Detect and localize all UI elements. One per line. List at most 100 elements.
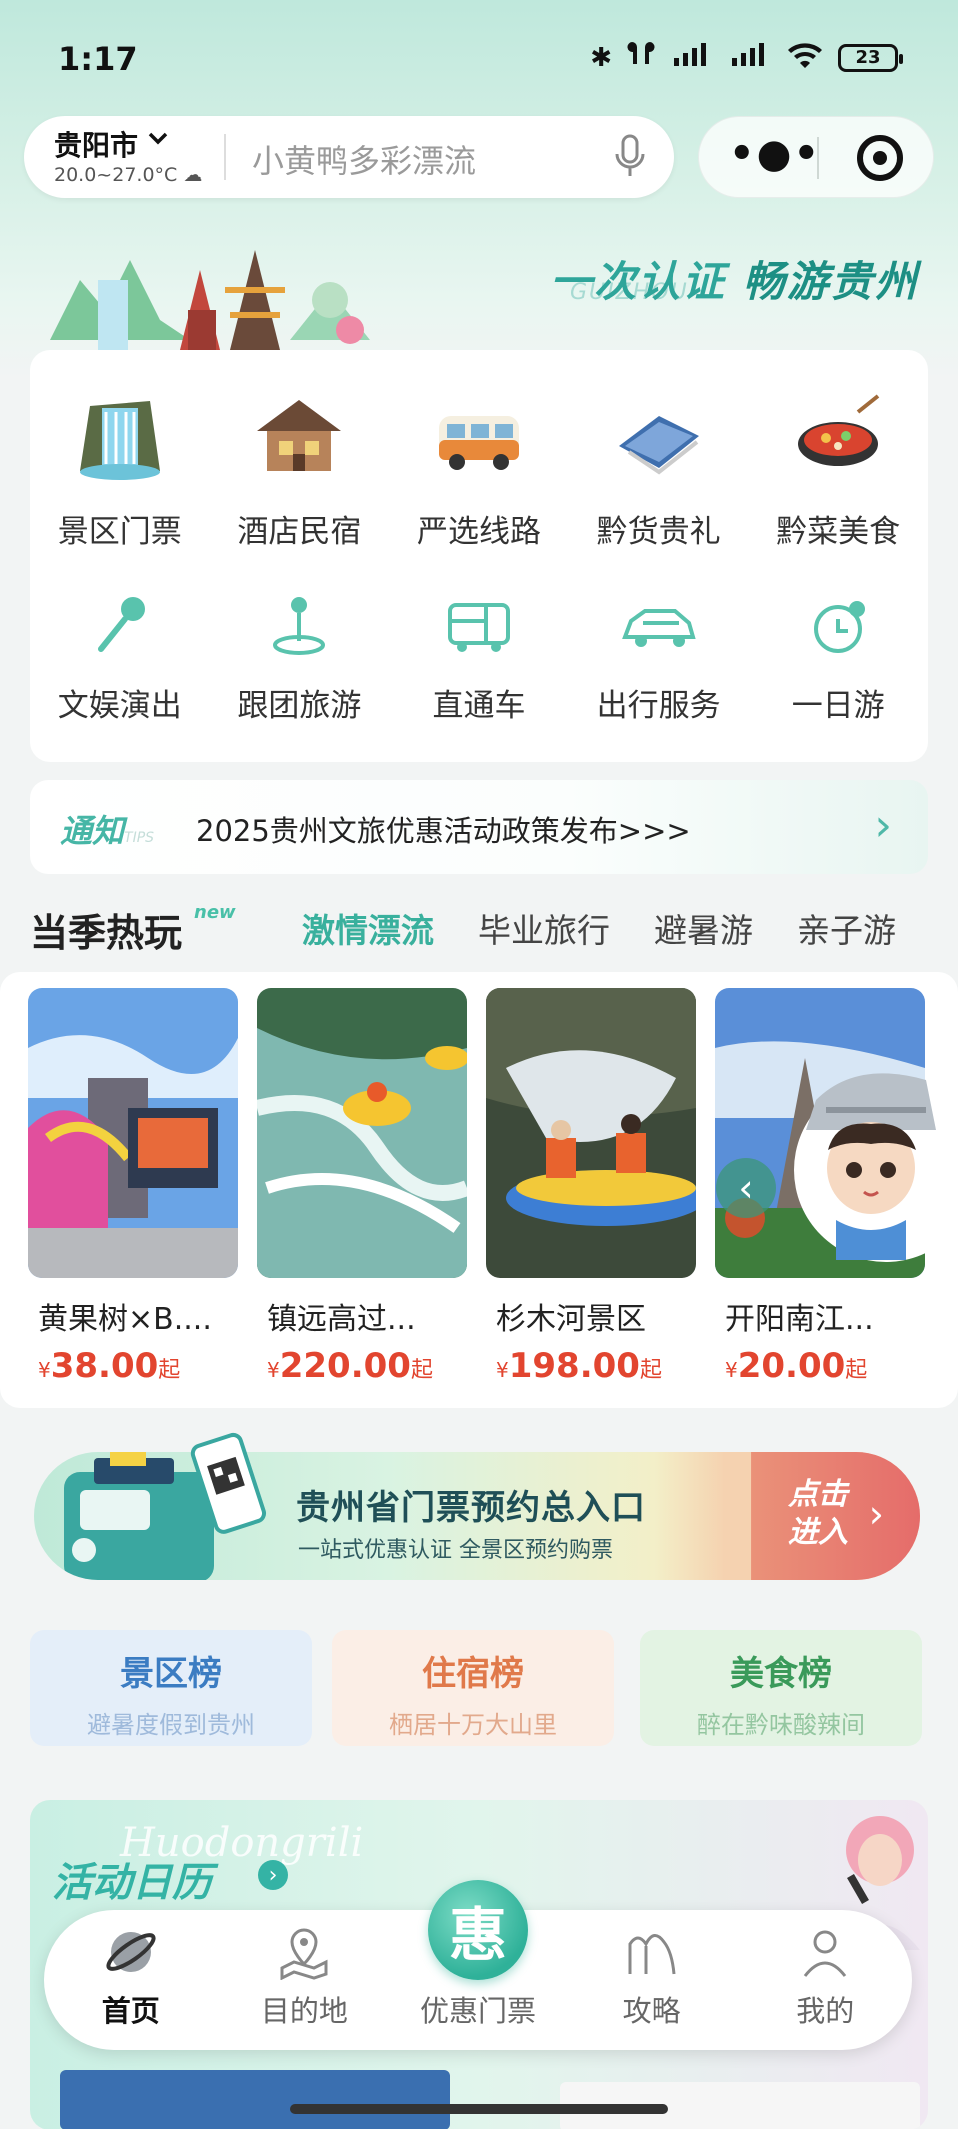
- rank-subtitle: 避暑度假到贵州: [87, 1711, 255, 1739]
- category-label: 直通车: [432, 688, 526, 724]
- nav-destination[interactable]: 目的地: [218, 1910, 392, 2050]
- category-label: 酒店民宿: [237, 514, 362, 550]
- nav-label: 首页: [101, 1994, 160, 2028]
- nav-profile[interactable]: 我的: [738, 1910, 912, 2050]
- price-currency: ¥: [38, 1358, 51, 1382]
- status-icons: ✱ 23: [590, 40, 903, 75]
- waterfall-icon: [70, 386, 170, 486]
- category-label: 出行服务: [596, 688, 721, 724]
- home-indicator[interactable]: [290, 2104, 668, 2114]
- map-pin-icon: [280, 1928, 328, 1980]
- chevron-down-icon[interactable]: [146, 126, 170, 156]
- hotpot-icon: [788, 386, 888, 486]
- ticket-entry-banner[interactable]: 贵州省门票预约总入口 一站式优惠认证 全景区预约购票 点击 进入 ›: [34, 1452, 920, 1580]
- category-tickets[interactable]: 景区门票: [30, 386, 210, 586]
- tab-rafting[interactable]: 激情漂流: [302, 904, 434, 952]
- product-image: [257, 988, 467, 1278]
- search-input[interactable]: 小黄鸭多彩漂流: [252, 136, 476, 182]
- product-price: ¥38.00起: [38, 1346, 238, 1386]
- status-time: 1:17: [58, 40, 138, 78]
- category-hotels[interactable]: 酒店民宿: [210, 386, 390, 586]
- category-gifts[interactable]: 黔货贵礼: [569, 386, 749, 586]
- mountain-icon: [628, 1934, 676, 1975]
- notice-tag-text: 通知: [60, 812, 125, 850]
- tab-graduation[interactable]: 毕业旅行: [478, 904, 610, 952]
- category-group-tour[interactable]: 跟团旅游: [210, 586, 390, 756]
- bus-icon: [439, 586, 519, 666]
- car-icon: [619, 586, 699, 666]
- price-currency: ¥: [267, 1358, 280, 1382]
- qr-phone-illustration: [190, 1432, 267, 1534]
- product-card[interactable]: 杉木河景区 ¥198.00起: [486, 988, 696, 1388]
- product-card[interactable]: 黄果树×B.... ¥38.00起: [28, 988, 238, 1388]
- section-title: 当季热玩: [30, 911, 183, 955]
- nav-home[interactable]: 首页: [44, 1910, 218, 2050]
- category-label: 文娱演出: [57, 688, 182, 724]
- slogan-part-b: 畅游贵州: [742, 257, 919, 306]
- divider: [224, 134, 226, 180]
- nav-guide[interactable]: 攻略: [565, 1910, 739, 2050]
- enter-line2: 进入: [788, 1515, 848, 1550]
- discount-center-button[interactable]: 惠: [428, 1880, 528, 1980]
- price-value: 38.00: [50, 1346, 159, 1386]
- rank-scenic[interactable]: 景区榜 避暑度假到贵州: [30, 1630, 312, 1746]
- ticket-subtitle: 一站式优惠认证 全景区预约购票: [298, 1538, 613, 1563]
- tab-summer[interactable]: 避暑游: [654, 904, 753, 952]
- category-card: 景区门票 酒店民宿 严选线路 黔货贵礼 黔菜美食 文娱演出 跟团旅游 直通车 出…: [30, 350, 928, 762]
- more-icon[interactable]: •●•: [729, 131, 821, 177]
- temp-text: 20.0~27.0°C: [54, 164, 178, 186]
- cloud-icon: ☁: [183, 164, 203, 186]
- signal-icon: [670, 40, 714, 75]
- enter-button[interactable]: 点击 进入: [788, 1476, 848, 1552]
- new-badge: new: [194, 902, 236, 923]
- tab-family[interactable]: 亲子游: [797, 904, 896, 952]
- gift-icon: [609, 386, 709, 486]
- rank-stay[interactable]: 住宿榜 栖居十万大山里: [332, 1630, 614, 1746]
- chevron-right-icon[interactable]: ›: [258, 1860, 288, 1890]
- notice-text[interactable]: 2025贵州文旅优惠活动政策发布>>>: [196, 808, 691, 850]
- city-selector[interactable]: 贵阳市: [54, 124, 138, 164]
- category-label: 景区门票: [57, 514, 182, 550]
- guizhou-landscape-illustration: [50, 250, 370, 350]
- price-suffix: 起: [639, 1358, 662, 1383]
- ticket-title: 贵州省门票预约总入口: [296, 1488, 646, 1528]
- product-image: [28, 988, 238, 1278]
- activity-image[interactable]: [60, 2070, 450, 2129]
- chevron-right-icon[interactable]: ›: [869, 1492, 884, 1536]
- category-routes[interactable]: 严选线路: [389, 386, 569, 586]
- notice-tag-small: TIPS: [124, 830, 155, 846]
- category-label: 黔货贵礼: [596, 514, 721, 550]
- product-price: ¥20.00起: [725, 1346, 925, 1386]
- van-icon: [429, 386, 529, 486]
- microphone-icon[interactable]: [612, 132, 648, 182]
- category-direct-bus[interactable]: 直通车: [389, 586, 569, 756]
- product-card[interactable]: 镇远高过... ¥220.00起: [257, 988, 467, 1388]
- price-suffix: 起: [410, 1358, 433, 1383]
- rank-title: 景区榜: [120, 1654, 222, 1694]
- nav-label: 目的地: [260, 1994, 348, 2028]
- price-currency: ¥: [496, 1358, 509, 1382]
- chevron-right-icon[interactable]: ›: [874, 800, 892, 851]
- notice-bar[interactable]: 通知TIPS 2025贵州文旅优惠活动政策发布>>> ›: [30, 780, 928, 874]
- nav-label: 攻略: [622, 1994, 681, 2028]
- category-food[interactable]: 黔菜美食: [748, 386, 928, 586]
- notice-tag: 通知TIPS: [60, 806, 154, 852]
- category-label: 跟团旅游: [237, 688, 362, 724]
- signal-icon-2: [728, 40, 772, 75]
- price-value: 20.00: [737, 1346, 846, 1386]
- rank-subtitle: 栖居十万大山里: [389, 1711, 557, 1739]
- search-bar[interactable]: 贵阳市 20.0~27.0°C ☁ 小黄鸭多彩漂流: [24, 116, 674, 198]
- close-target-icon[interactable]: [857, 135, 903, 181]
- rank-food[interactable]: 美食榜 醉在黔味酸辣间: [640, 1630, 922, 1746]
- chevron-left-icon[interactable]: ‹: [716, 1158, 776, 1218]
- bluetooth-icon: ✱: [590, 42, 612, 73]
- product-price: ¥198.00起: [496, 1346, 696, 1386]
- category-shows[interactable]: 文娱演出: [30, 586, 210, 756]
- category-travel-service[interactable]: 出行服务: [569, 586, 749, 756]
- product-name: 杉木河景区: [496, 1302, 646, 1337]
- category-label: 一日游: [791, 688, 885, 724]
- product-name: 黄果树×B....: [38, 1302, 212, 1337]
- mascot-huangxiaoxi[interactable]: [776, 1040, 958, 1270]
- user-icon: [803, 1930, 847, 1977]
- category-day-trip[interactable]: 一日游: [748, 586, 928, 756]
